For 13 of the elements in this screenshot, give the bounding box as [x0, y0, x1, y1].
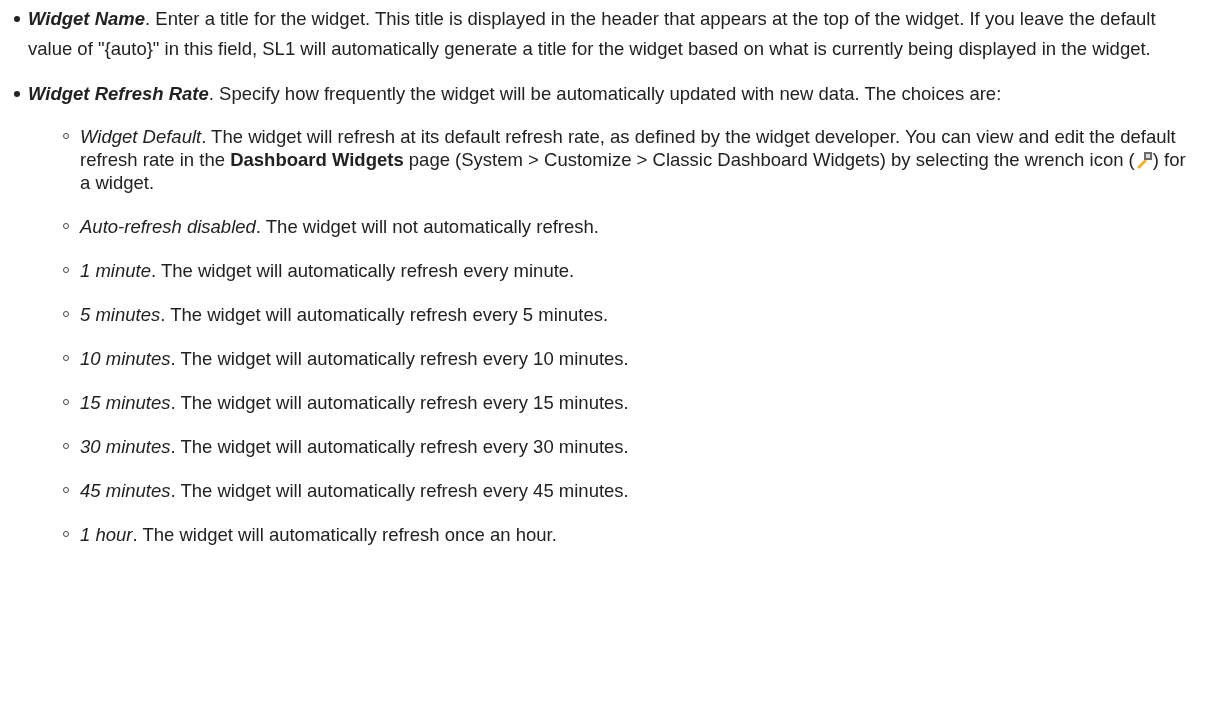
paragraph-text: 1 hour. The widget will automatically refresh once an hour. [80, 523, 557, 545]
bullet-icon [14, 91, 20, 97]
paragraph-text: 5 minutes. The widget will automatically refresh every 5 minutes. [80, 303, 609, 325]
paragraph-text: Widget Default. The widget will refresh at its default refresh rate, as defined by the widget developer. You can view and edit the default refresh rate in the Dashboard Widgets page (System > Customize > Classic Dashboard Widgets) by selecting the wrench icon ( ) for a widget. [80, 125, 1186, 193]
bullet-icon [14, 16, 20, 22]
paragraph-text: Widget Name. Enter a title for the widget. This title is displayed in the header that appears at the top of the widget. If you leave the default value of "{auto}" in this field, SL1 will automatically generate a title for the widget based on what is currently being displayed in the widget. [28, 8, 1156, 59]
paragraph-text: Auto-refresh disabled. The widget will not automatically refresh. [80, 215, 599, 237]
paragraph-text: Widget Refresh Rate. Specify how frequently the widget will be automatically updated with new data. The choices are: [28, 83, 1002, 104]
paragraph-text: 1 minute. The widget will automatically refresh every minute. [80, 259, 575, 281]
paragraph-text: 45 minutes. The widget will automatically refresh every 45 minutes. [80, 479, 629, 501]
paragraph-text: 10 minutes. The widget will automatically refresh every 10 minutes. [80, 347, 629, 369]
paragraph-text: 30 minutes. The widget will automatically refresh every 30 minutes. [80, 435, 629, 457]
paragraph-text: 15 minutes. The widget will automatically refresh every 15 minutes. [80, 391, 629, 413]
